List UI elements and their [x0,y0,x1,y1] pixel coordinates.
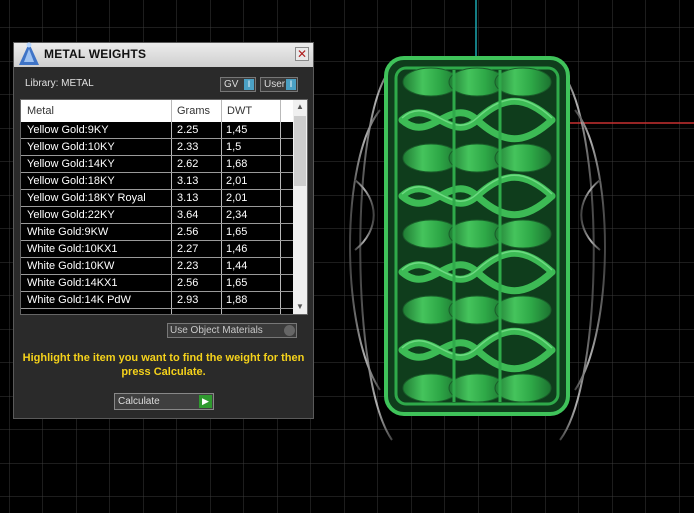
close-icon: ✕ [296,47,308,61]
table-row[interactable]: White Gold:9KW 2.56 1,65 [21,224,293,241]
dwt-cell: 1,88 [226,294,248,306]
table-row[interactable]: White Gold:14K PdW 2.93 1,88 [21,292,293,309]
grams-cell: 2.56 [177,277,199,289]
library-label: Library: METAL [25,78,94,89]
app-logo-icon [19,42,39,65]
gv-toggle-label: GV [224,79,239,90]
ring-model[interactable] [349,56,606,441]
dwt-cell: 1,65 [226,226,248,238]
table-row[interactable]: Yellow Gold:14KY 2.62 1,68 [21,156,293,173]
play-arrow-icon: ▶ [199,395,212,408]
metal-cell: Yellow Gold:22KY [27,209,115,221]
metal-table[interactable]: Metal Grams DWT Yellow Gold:9KY 2.25 1,45 … [20,99,308,315]
scroll-down-icon[interactable]: ▼ [293,300,307,314]
dwt-cell: 1,45 [226,124,248,136]
gv-toggle-state: I [244,79,254,90]
grams-cell: 2.62 [177,158,199,170]
column-header-metal[interactable]: Metal [27,105,54,117]
table-row[interactable]: Yellow Gold:10KY 2.33 1,5 [21,139,293,156]
grams-cell: 2.56 [177,226,199,238]
metal-cell: Yellow Gold:18KY [27,175,115,187]
table-body: Yellow Gold:9KY 2.25 1,45 Yellow Gold:10KY… [21,122,293,309]
toggle-knob-icon [284,325,295,336]
table-scrollbar[interactable]: ▲ ▼ [293,100,307,314]
scroll-thumb[interactable] [294,116,306,186]
table-header: Metal Grams DWT [21,100,293,122]
grams-cell: 3.13 [177,175,199,187]
panel-titlebar[interactable]: METAL WEIGHTS ✕ [14,42,313,67]
metal-cell: White Gold:14K PdW [27,294,131,306]
metal-cell: Yellow Gold:18KY Royal [27,192,146,204]
calculate-label: Calculate [118,396,160,407]
instructions-text: Highlight the item you want to find the … [22,352,305,378]
dwt-cell: 2,01 [226,192,248,204]
dwt-cell: 1,46 [226,243,248,255]
metal-weights-panel: METAL WEIGHTS ✕ Library: METAL GV I User… [13,42,314,419]
table-row[interactable]: Yellow Gold:22KY 3.64 2,34 [21,207,293,224]
dwt-cell: 2,34 [226,209,248,221]
table-row[interactable]: Yellow Gold:18KY 3.13 2,01 [21,173,293,190]
user-toggle[interactable]: User I [260,77,298,92]
use-object-materials-toggle[interactable]: Use Object Materials [167,323,297,338]
metal-cell: White Gold:10KW [27,260,115,272]
table-row[interactable]: White Gold:14KX1 2.56 1,65 [21,275,293,292]
metal-cell: White Gold:14KX1 [27,277,118,289]
grams-cell: 2.93 [177,294,199,306]
table-row[interactable]: Yellow Gold:18KY Royal 3.13 2,01 [21,190,293,207]
metal-cell: Yellow Gold:9KY [27,124,109,136]
dwt-cell: 2,01 [226,175,248,187]
dwt-cell: 1,44 [226,260,248,272]
calculate-button[interactable]: Calculate ▶ [114,393,214,410]
grams-cell: 2.33 [177,141,199,153]
user-toggle-label: User [264,79,286,90]
grams-cell: 2.25 [177,124,199,136]
metal-cell: White Gold:10KX1 [27,243,118,255]
dwt-cell: 1,68 [226,158,248,170]
column-header-dwt[interactable]: DWT [227,105,252,117]
dwt-cell: 1,65 [226,277,248,289]
use-object-materials-label: Use Object Materials [170,325,263,336]
panel-title: METAL WEIGHTS [44,47,147,61]
table-row[interactable]: White Gold:10KW 2.23 1,44 [21,258,293,275]
dwt-cell: 1,5 [226,141,242,153]
scroll-up-icon[interactable]: ▲ [293,100,307,114]
metal-cell: Yellow Gold:10KY [27,141,115,153]
grams-cell: 2.27 [177,243,199,255]
grams-cell: 3.13 [177,192,199,204]
gv-toggle[interactable]: GV I [220,77,256,92]
user-toggle-state: I [286,79,296,90]
metal-cell: Yellow Gold:14KY [27,158,115,170]
column-header-grams[interactable]: Grams [177,105,210,117]
grams-cell: 2.23 [177,260,199,272]
close-button[interactable]: ✕ [295,47,309,61]
grams-cell: 3.64 [177,209,199,221]
table-row[interactable]: White Gold:10KX1 2.27 1,46 [21,241,293,258]
table-row[interactable]: Yellow Gold:9KY 2.25 1,45 [21,122,293,139]
metal-cell: White Gold:9KW [27,226,109,238]
